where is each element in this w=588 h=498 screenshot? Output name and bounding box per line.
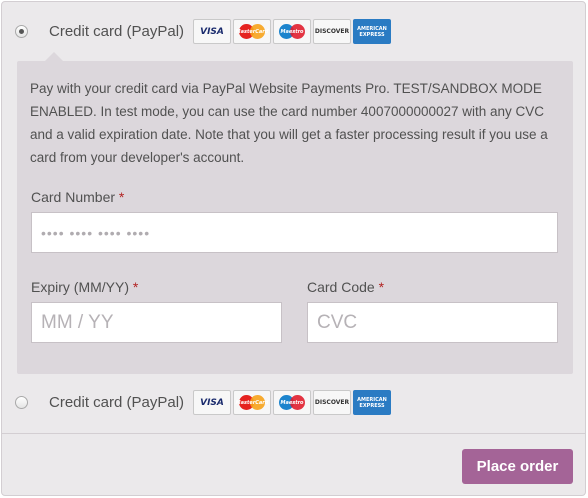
payment-method-label[interactable]: Credit card (PayPal) bbox=[49, 23, 184, 40]
payment-method-radio[interactable] bbox=[15, 396, 28, 409]
card-number-input[interactable] bbox=[31, 212, 558, 253]
place-order-button[interactable]: Place order bbox=[462, 449, 573, 484]
expiry-label: Expiry (MM/YY) * bbox=[31, 279, 138, 295]
maestro-logo: Maestro bbox=[273, 390, 311, 415]
required-mark: * bbox=[118, 189, 125, 205]
card-number-label-text: Card Number bbox=[31, 189, 116, 205]
expiry-label-text: Expiry (MM/YY) bbox=[31, 279, 129, 295]
amex-logo: AMERICAN EXPRESS bbox=[353, 390, 391, 415]
mastercard-logo: MasterCard bbox=[233, 390, 271, 415]
payment-method-label[interactable]: Credit card (PayPal) bbox=[49, 394, 184, 411]
mastercard-logo: MasterCard bbox=[233, 19, 271, 44]
payment-box: Pay with your credit card via PayPal Web… bbox=[17, 52, 573, 374]
required-mark: * bbox=[132, 279, 139, 295]
card-code-input[interactable] bbox=[307, 302, 558, 343]
required-mark: * bbox=[378, 279, 385, 295]
visa-logo: VISA bbox=[193, 390, 231, 415]
card-code-label-text: Card Code bbox=[307, 279, 375, 295]
expiry-input[interactable] bbox=[31, 302, 282, 343]
payment-method-paypal-credit-card-2[interactable]: Credit card (PayPal) VISA MasterCard Mae… bbox=[2, 385, 585, 421]
visa-logo: VISA bbox=[193, 19, 231, 44]
payment-method-paypal-credit-card-1[interactable]: Credit card (PayPal) VISA MasterCard Mae… bbox=[2, 14, 585, 50]
payment-methods-panel: Credit card (PayPal) VISA MasterCard Mae… bbox=[1, 1, 586, 496]
discover-logo: DISCOVER bbox=[313, 390, 351, 415]
card-code-label: Card Code * bbox=[307, 279, 384, 295]
maestro-logo: Maestro bbox=[273, 19, 311, 44]
discover-logo: DISCOVER bbox=[313, 19, 351, 44]
card-logos: VISA MasterCard Maestro DISCOVER AMERICA… bbox=[193, 19, 391, 44]
payment-method-radio[interactable] bbox=[15, 25, 28, 38]
divider bbox=[2, 433, 585, 434]
card-number-label: Card Number * bbox=[31, 189, 124, 205]
card-logos: VISA MasterCard Maestro DISCOVER AMERICA… bbox=[193, 390, 391, 415]
payment-description: Pay with your credit card via PayPal Web… bbox=[30, 81, 548, 165]
amex-logo: AMERICAN EXPRESS bbox=[353, 19, 391, 44]
